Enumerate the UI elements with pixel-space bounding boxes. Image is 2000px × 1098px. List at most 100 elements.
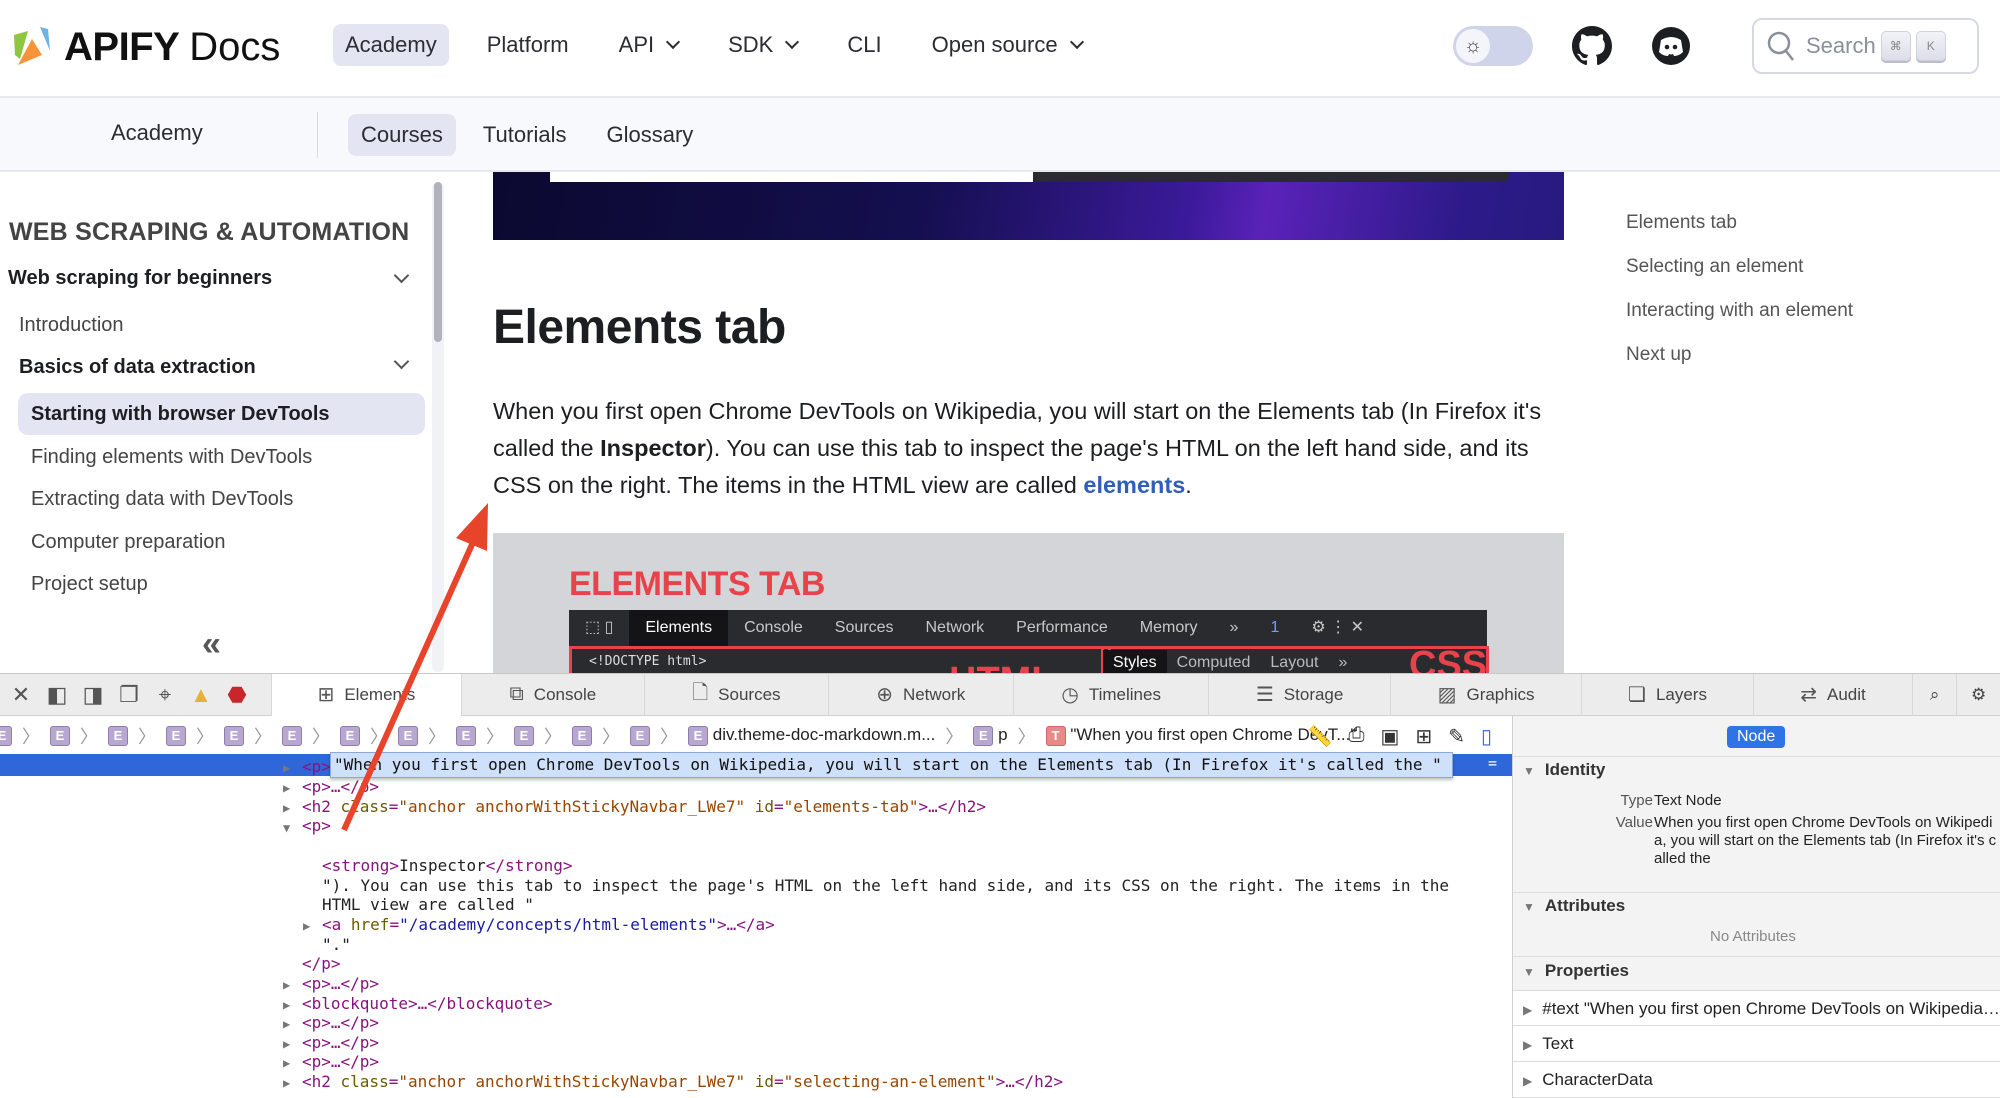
sidebar-toggle-icon[interactable]: ▯ [1481, 724, 1492, 749]
article-paragraph: When you first open Chrome DevTools on W… [493, 393, 1568, 504]
breadcrumb-element[interactable]: E [166, 725, 186, 746]
element-picker-icon[interactable]: ⌖ [150, 680, 180, 710]
warning-icon[interactable]: ▲ [186, 680, 216, 710]
detach-window-icon[interactable]: ❐ [114, 680, 144, 710]
subnav-tutorials[interactable]: Tutorials [470, 114, 580, 156]
property-label: CharacterData [1542, 1070, 1653, 1089]
disclosure-triangle-icon: ▼ [1523, 900, 1535, 914]
print-icon[interactable]: ⎙ [1349, 724, 1365, 749]
breadcrumb-element[interactable]: E [514, 725, 534, 746]
toc-interacting-element[interactable]: Interacting with an element [1626, 298, 1853, 342]
close-icon[interactable]: ✕ [6, 680, 36, 710]
identity-section[interactable]: ▼ Identity [1523, 760, 1605, 780]
subnav-courses[interactable]: Courses [348, 114, 456, 156]
sidebar-scrollbar[interactable] [434, 182, 442, 342]
dock-right-icon[interactable]: ◨ [78, 680, 108, 710]
breadcrumb-element[interactable]: E [630, 725, 650, 746]
sidebar-item-starting-devtools[interactable]: Starting with browser DevTools [31, 403, 330, 426]
sidebar-category[interactable]: Web scraping for beginners [8, 267, 272, 290]
search-button[interactable]: Search ⌘ K [1752, 18, 1979, 74]
tab-audit[interactable]: ⇄ Audit [1752, 673, 1913, 716]
nav-label: API [618, 32, 655, 57]
collapse-sidebar-icon[interactable]: « [202, 625, 221, 664]
tab-network[interactable]: ⊕ Network [827, 673, 1013, 716]
toc-elements-tab[interactable]: Elements tab [1626, 210, 1853, 254]
ruler-icon[interactable]: 📏 [1308, 724, 1333, 749]
tab-label: Timelines [1088, 684, 1161, 704]
disclosure-triangle-icon: ▼ [1523, 764, 1535, 778]
breadcrumb-element[interactable]: E [456, 725, 476, 746]
paint-brush-icon[interactable]: ✎ [1448, 724, 1465, 749]
sidebar-item-computer-preparation[interactable]: Computer preparation [31, 531, 226, 554]
nav-label: Academy [345, 32, 437, 57]
properties-section[interactable]: ▼ Properties [1523, 961, 1629, 981]
figure-css-label: CSS [1409, 644, 1488, 673]
chevron-down-icon[interactable] [393, 353, 410, 370]
tab-label: Audit [1827, 684, 1866, 704]
tab-label: Elements [344, 684, 416, 704]
breadcrumb-p[interactable]: E p [973, 725, 1008, 746]
tab-graphics[interactable]: ▨ Graphics [1389, 673, 1581, 716]
sidebar-item-introduction[interactable]: Introduction [19, 314, 124, 337]
property-row[interactable]: ▶ Text [1513, 1026, 2000, 1062]
nav-api[interactable]: API [607, 24, 690, 66]
node-tab[interactable]: Node [1727, 726, 1786, 748]
section-title: Attributes [1544, 896, 1626, 915]
inspector-settings-button[interactable]: ⚙ [1956, 673, 2000, 716]
tab-layers[interactable]: ❏ Layers [1581, 673, 1752, 716]
toc-next-up[interactable]: Next up [1626, 342, 1853, 386]
tab-storage[interactable]: ☰ Storage [1208, 673, 1389, 716]
breadcrumb-element[interactable]: E [0, 725, 12, 746]
dock-left-icon[interactable]: ◧ [42, 680, 72, 710]
element-badge-icon: E [456, 725, 476, 746]
property-row[interactable]: ▶ CharacterData [1513, 1062, 2000, 1098]
discord-icon[interactable] [1651, 26, 1691, 66]
subnav-academy[interactable]: Academy [111, 120, 203, 146]
breadcrumb-separator: 〉 [138, 726, 156, 747]
hero-screenshot-edge-dark [1033, 172, 1508, 182]
breadcrumb-element[interactable]: E [282, 725, 302, 746]
nav-open-source[interactable]: Open source [920, 24, 1094, 66]
sidebar-subcategory[interactable]: Basics of data extraction [19, 356, 256, 379]
sidebar-item-finding-elements[interactable]: Finding elements with DevTools [31, 446, 312, 469]
breadcrumb-separator: 〉 [428, 726, 446, 747]
toc-selecting-element[interactable]: Selecting an element [1626, 254, 1853, 298]
grid-icon[interactable]: ⊞ [1415, 724, 1432, 749]
error-icon[interactable]: ⬣ [222, 680, 252, 710]
elements-link[interactable]: elements [1083, 472, 1185, 498]
property-row[interactable]: ▶ #text "When you first open Chrome DevTo… [1513, 990, 2000, 1026]
attributes-section[interactable]: ▼ Attributes [1523, 896, 1625, 916]
figure-tab: Console [744, 619, 803, 636]
nav-cli[interactable]: CLI [835, 24, 893, 66]
breadcrumb-div[interactable]: E div.theme-doc-markdown.m... [688, 725, 935, 746]
divider [1513, 892, 2000, 893]
subnav-glossary[interactable]: Glossary [593, 114, 706, 156]
github-icon[interactable] [1572, 26, 1612, 66]
inspector-search-button[interactable]: ⌕ [1912, 673, 1956, 716]
screenshot-icon[interactable]: ▣ [1381, 724, 1400, 749]
gear-icon: ⚙ [1970, 684, 1987, 704]
tab-elements[interactable]: ⊞ Elements [271, 673, 461, 716]
value-key: Value [1615, 814, 1653, 831]
apify-logo-icon [14, 27, 50, 65]
sidebar-item-extracting-data[interactable]: Extracting data with DevTools [31, 488, 293, 511]
breadcrumb-element[interactable]: E [50, 725, 70, 746]
nav-platform[interactable]: Platform [475, 24, 581, 66]
breadcrumb-element[interactable]: E [572, 725, 592, 746]
chevron-down-icon[interactable] [393, 267, 410, 284]
tab-console[interactable]: ⧉ Console [460, 673, 644, 716]
theme-toggle[interactable]: ☼ [1453, 26, 1533, 66]
inspector-toolbar: ✕ ◧ ◨ ❐ ⌖ ▲ ⬣ ⊞ Elements ⧉ Console 🗋 Source… [0, 673, 2000, 716]
tab-timelines[interactable]: ◷ Timelines [1012, 673, 1208, 716]
breadcrumb-element[interactable]: E [340, 725, 360, 746]
breadcrumb-element[interactable]: E [224, 725, 244, 746]
apify-docs-logo[interactable]: APIFY Docs [12, 24, 280, 70]
breadcrumb-element[interactable]: E [108, 725, 128, 746]
breadcrumb-element[interactable]: E [398, 725, 418, 746]
nav-sdk[interactable]: SDK [716, 24, 809, 66]
search-icon: ⌕ [1929, 684, 1940, 704]
nav-academy[interactable]: Academy [333, 24, 449, 66]
divider [317, 112, 318, 158]
sidebar-item-project-setup[interactable]: Project setup [31, 573, 148, 596]
tab-sources[interactable]: 🗋 Sources [644, 673, 827, 716]
